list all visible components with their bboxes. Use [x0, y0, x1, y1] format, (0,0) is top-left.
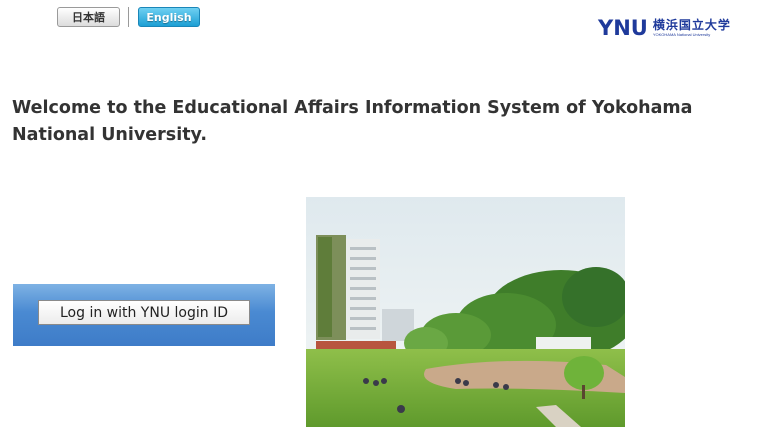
login-panel: Log in with YNU login ID — [13, 284, 275, 346]
logo-wordmark: 横浜国立大学 YOKOHAMA National University — [653, 18, 731, 38]
language-switcher: 日本語 English — [57, 6, 200, 28]
language-divider — [128, 7, 129, 27]
welcome-line-2: National University. — [12, 125, 208, 145]
ynu-logo: YNU 横浜国立大学 YOKOHAMA National University — [598, 18, 731, 46]
english-language-button[interactable]: English — [138, 7, 200, 27]
campus-photo — [306, 197, 625, 427]
logo-name-ja: 横浜国立大学 — [652, 18, 731, 32]
logo-mark: YNU — [598, 18, 648, 39]
welcome-line-1: Welcome to the Educational Affairs Infor… — [12, 98, 693, 118]
login-button[interactable]: Log in with YNU login ID — [38, 300, 250, 325]
japanese-language-button[interactable]: 日本語 — [57, 7, 120, 27]
logo-mark-text: YNU — [598, 16, 648, 40]
campus-illustration — [306, 197, 625, 427]
logo-name-en: YOKOHAMA National University — [652, 32, 711, 37]
welcome-heading: Welcome to the Educational Affairs Infor… — [12, 95, 732, 149]
